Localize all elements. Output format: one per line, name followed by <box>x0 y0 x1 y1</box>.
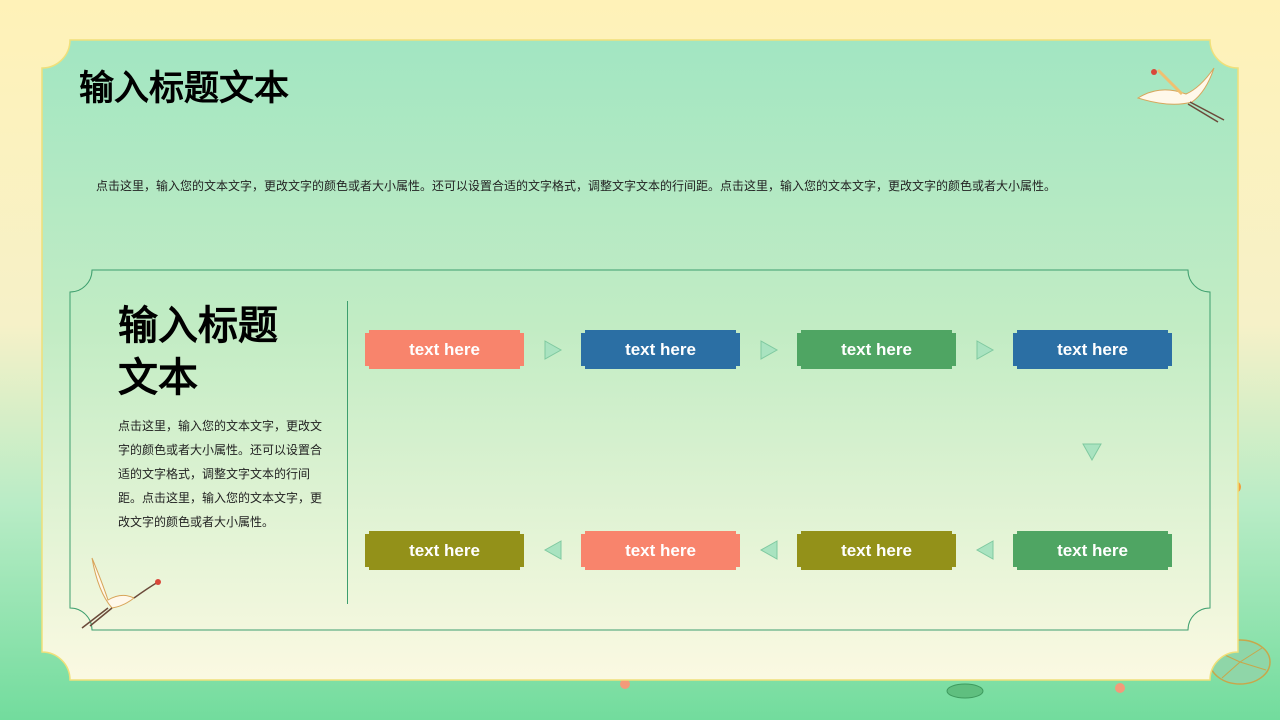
flow-step-2: text here <box>581 330 740 369</box>
flow-step-7: text here <box>581 531 740 570</box>
flow-step-5: text here <box>1013 531 1172 570</box>
arrow-down-icon <box>1082 443 1102 462</box>
page-title: 输入标题文本 <box>79 69 290 109</box>
arrow-right-icon <box>976 340 995 360</box>
card-title: 输入标题 文本 <box>118 300 328 404</box>
flow-step-3: text here <box>797 330 956 369</box>
arrow-left-icon <box>759 540 778 560</box>
arrow-left-icon <box>975 540 994 560</box>
card-title-line-1: 输入标题 <box>118 303 278 349</box>
flow-step-4: text here <box>1013 330 1172 369</box>
flow-step-1: text here <box>365 330 524 369</box>
card-title-line-2: 文本 <box>118 355 198 401</box>
flow-step-6: text here <box>797 531 956 570</box>
card-divider <box>347 301 348 604</box>
crane-icon <box>81 557 161 629</box>
arrow-left-icon <box>543 540 562 560</box>
page-description: 点击这里，输入您的文本文字，更改文字的颜色或者大小属性。还可以设置合适的文字格式… <box>96 179 1057 193</box>
card-description: 点击这里，输入您的文本文字，更改文字的颜色或者大小属性。还可以设置合适的文字格式… <box>118 419 323 529</box>
arrow-right-icon <box>544 340 563 360</box>
flow-step-8: text here <box>365 531 524 570</box>
crane-icon <box>1136 67 1225 123</box>
arrow-right-icon <box>760 340 779 360</box>
